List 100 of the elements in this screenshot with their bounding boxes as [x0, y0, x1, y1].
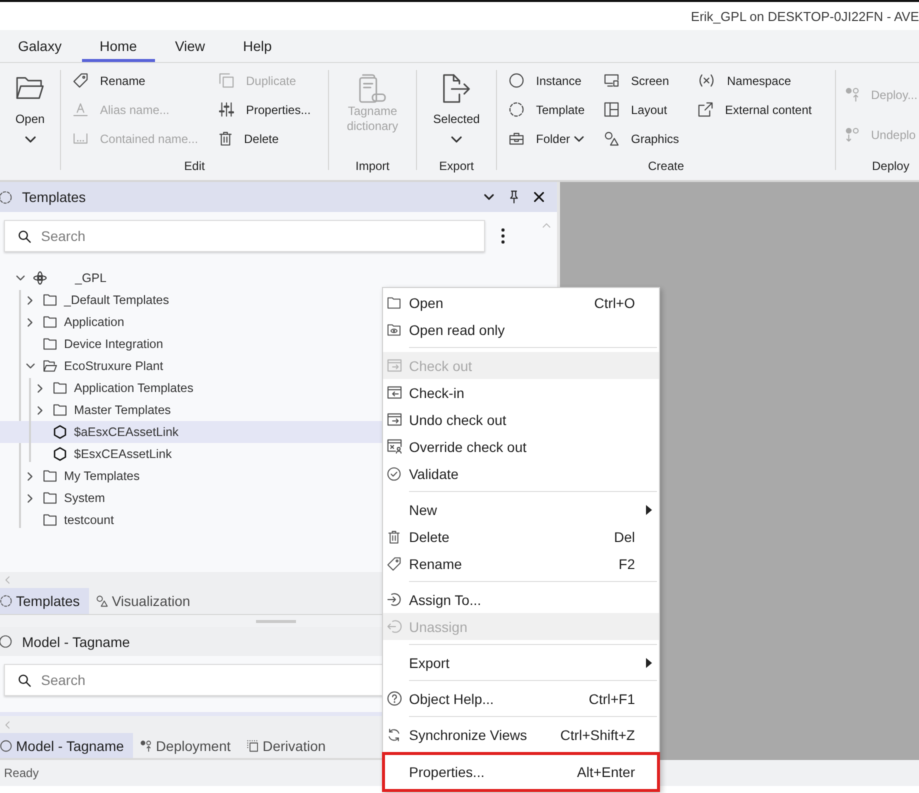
menu-item[interactable]: Synchronize Views Ctrl+Shift+Z — [383, 721, 659, 748]
more-icon[interactable] — [501, 228, 505, 244]
window-arrow-right-icon — [386, 359, 402, 372]
document-icon — [359, 74, 386, 102]
layout-icon — [604, 102, 619, 117]
nodes-up-arrow-icon — [140, 740, 152, 752]
panel-title: Templates — [22, 189, 86, 205]
chevron-right-icon[interactable] — [37, 406, 43, 414]
chevron-down-icon — [24, 136, 36, 143]
folder-icon — [53, 382, 67, 394]
chevron-right-icon[interactable] — [27, 494, 33, 502]
circle-icon — [0, 740, 12, 752]
tag-icon — [387, 556, 401, 570]
ribbon-tab[interactable]: Help — [225, 30, 290, 62]
circle-icon — [509, 73, 524, 88]
menu-shortcut: F2 — [618, 556, 635, 572]
window-arrow-right-icon — [386, 413, 402, 426]
text-format-icon — [73, 102, 88, 117]
folder-icon — [43, 470, 57, 482]
help-icon — [386, 691, 402, 706]
ribbon-button[interactable]: Instance — [503, 66, 588, 95]
chevron-right-icon[interactable] — [37, 384, 43, 392]
dashed-circle-icon — [0, 595, 12, 607]
menu-shortcut: Del — [614, 528, 635, 544]
shapes-icon — [604, 131, 619, 146]
menu-item[interactable]: Delete Del — [383, 523, 659, 550]
pin-icon[interactable] — [509, 190, 519, 204]
search-field[interactable]: Search — [4, 220, 485, 252]
menu-item[interactable]: Properties... Alt+Enter — [382, 752, 660, 792]
panel-tab[interactable]: Derivation — [246, 733, 335, 758]
trash-icon — [388, 530, 400, 544]
folder-open-icon — [43, 360, 57, 372]
panel-tab[interactable]: Templates — [0, 588, 89, 614]
ribbon-button[interactable]: Folder — [503, 124, 590, 153]
ribbon-button[interactable]: Graphics — [598, 124, 686, 153]
folder-icon — [43, 514, 57, 526]
panel-tab[interactable]: Visualization — [96, 588, 200, 614]
window-x-icon — [386, 439, 402, 454]
bracket-dots-icon — [73, 133, 88, 144]
group-label: Create — [646, 158, 686, 175]
ribbon-button[interactable]: External content — [692, 95, 818, 124]
menu-shortcut: Alt+Enter — [577, 764, 635, 780]
hexagon-icon — [53, 425, 67, 439]
chevron-right-icon[interactable] — [27, 318, 33, 326]
panel-tab[interactable]: Deployment — [140, 733, 240, 758]
folder-icon — [387, 296, 401, 308]
panel-tab[interactable]: Model - Tagname — [0, 733, 133, 758]
tree-item[interactable]: _GPL — [0, 267, 535, 289]
ribbon-tab[interactable]: View — [156, 30, 224, 62]
menu-item[interactable]: Assign To... — [383, 586, 659, 613]
group-label: Import — [354, 158, 390, 175]
folder-icon — [43, 316, 57, 328]
ribbon-button[interactable]: Selected — [429, 63, 484, 154]
status-text: Ready — [4, 766, 39, 780]
splitter-handle[interactable] — [256, 620, 296, 622]
folder-icon — [43, 294, 57, 306]
ribbon-button[interactable]: Rename — [67, 66, 152, 95]
menu-item[interactable]: Export — [383, 649, 659, 676]
menu-item[interactable]: Undo check out — [383, 406, 659, 433]
menu-shortcut: Ctrl+Shift+Z — [560, 726, 635, 742]
ribbon-button[interactable]: Template — [503, 95, 591, 124]
chevron-right-icon[interactable] — [27, 472, 33, 480]
check-circle-icon — [387, 466, 401, 480]
atom-icon — [33, 271, 47, 285]
menu-item[interactable]: New — [383, 496, 659, 523]
ribbon-tab[interactable]: Galaxy — [0, 30, 80, 62]
ribbon-button[interactable]: Properties... — [213, 95, 317, 124]
chevron-down-icon[interactable] — [484, 194, 494, 200]
ribbon-button[interactable]: Screen — [598, 66, 676, 95]
external-link-icon — [698, 102, 713, 117]
menu-item[interactable]: Open Ctrl+O — [383, 289, 659, 316]
dashed-circle-icon — [509, 102, 524, 117]
toolbox-icon — [509, 132, 524, 145]
chevron-right-icon[interactable] — [27, 296, 33, 304]
variable-icon — [698, 74, 715, 87]
chevron-down-icon[interactable] — [26, 363, 34, 369]
window-arrow-left-icon — [386, 386, 402, 399]
tag-icon — [73, 73, 88, 88]
menu-item[interactable]: Validate — [383, 460, 659, 487]
ribbon-button[interactable]: Open — [11, 63, 49, 154]
menu-item[interactable]: Object Help... Ctrl+F1 — [383, 685, 659, 712]
close-icon[interactable] — [534, 192, 544, 202]
group-label: Edit — [183, 158, 206, 175]
menu-item[interactable]: Check-in — [383, 379, 659, 406]
document-arrow-icon — [442, 74, 471, 102]
submenu-arrow-icon — [646, 658, 652, 668]
group-label: Deploy — [871, 158, 910, 175]
folder-icon — [43, 492, 57, 504]
nodes-up-arrow-icon — [845, 87, 860, 102]
chevron-down-icon[interactable] — [16, 275, 24, 281]
ribbon-button[interactable]: Namespace — [692, 66, 798, 95]
menu-item[interactable]: Rename F2 — [383, 550, 659, 577]
ribbon-button[interactable]: Delete — [213, 124, 285, 153]
submenu-arrow-icon — [646, 504, 652, 514]
menu-item[interactable]: Override check out — [383, 433, 659, 460]
shapes-icon — [96, 595, 108, 607]
search-icon — [18, 674, 31, 687]
menu-item[interactable]: Open read only — [383, 316, 659, 343]
ribbon-button[interactable]: Layout — [598, 95, 674, 124]
panel-title: Model - Tagname — [22, 634, 130, 650]
